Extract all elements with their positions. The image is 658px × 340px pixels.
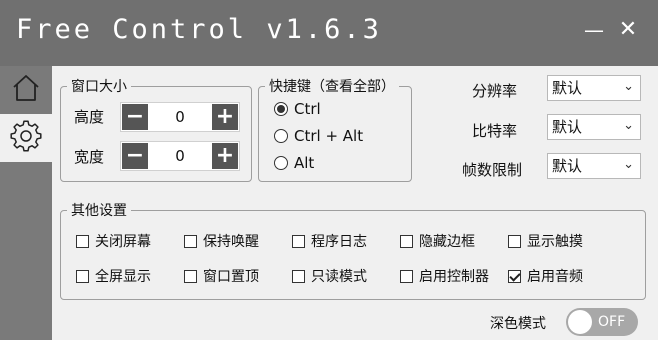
checkbox-label: 全屏显示 [95, 269, 151, 285]
checkbox[interactable] [292, 269, 305, 283]
checkbox-label: 隐藏边框 [419, 234, 475, 250]
resolution-select[interactable]: 默认 ⌄ [547, 75, 641, 101]
checkbox[interactable] [184, 269, 197, 283]
checkbox[interactable] [76, 234, 89, 248]
radio-button[interactable] [274, 129, 288, 143]
shortcut-option-ctrl-alt[interactable]: Ctrl + Alt [274, 125, 363, 147]
checkbox[interactable] [184, 234, 197, 248]
shortcut-option-label: Ctrl + Alt [294, 127, 364, 145]
checkbox-label: 只读模式 [311, 269, 367, 285]
sidebar [0, 66, 52, 340]
bitrate-value: 默认 [552, 118, 583, 136]
checkbox-label: 关闭屏幕 [95, 234, 151, 250]
checkbox-always-on-top[interactable]: 窗口置顶 [184, 266, 259, 286]
checkbox-read-only[interactable]: 只读模式 [292, 266, 367, 286]
close-button[interactable]: ✕ [614, 18, 642, 42]
dark-mode-toggle[interactable]: OFF [566, 308, 638, 336]
checkbox[interactable] [400, 234, 413, 248]
bitrate-label: 比特率 [472, 122, 518, 140]
checkbox-label: 程序日志 [311, 234, 367, 250]
bitrate-select[interactable]: 默认 ⌄ [547, 114, 641, 140]
chevron-down-icon: ⌄ [623, 118, 634, 133]
checkbox[interactable] [508, 234, 521, 248]
fps-limit-label: 帧数限制 [462, 161, 523, 179]
gear-icon [10, 120, 42, 156]
width-stepper[interactable]: − 0 + [120, 141, 240, 171]
dark-mode-label: 深色模式 [490, 316, 546, 332]
checkbox-hide-border[interactable]: 隐藏边框 [400, 231, 475, 251]
checkbox[interactable] [76, 269, 89, 283]
height-label: 高度 [74, 108, 105, 126]
width-decrement-button[interactable]: − [122, 143, 148, 169]
shortcut-option-alt[interactable]: Alt [274, 152, 314, 174]
checkbox-program-log[interactable]: 程序日志 [292, 231, 367, 251]
checkbox[interactable] [292, 234, 305, 248]
toggle-knob [568, 310, 592, 334]
chevron-down-icon: ⌄ [623, 157, 634, 172]
shortcut-option-label: Alt [294, 154, 315, 172]
checkbox-fullscreen[interactable]: 全屏显示 [76, 266, 151, 286]
radio-selected-dot [277, 105, 285, 113]
resolution-value: 默认 [552, 79, 583, 97]
minimize-button[interactable]: — [580, 18, 608, 42]
radio-button[interactable] [274, 156, 288, 170]
checkbox-keep-awake[interactable]: 保持唤醒 [184, 231, 259, 251]
radio-button[interactable] [274, 102, 288, 116]
home-icon [11, 73, 41, 107]
checkbox-show-touch[interactable]: 显示触摸 [508, 231, 583, 251]
width-increment-button[interactable]: + [212, 143, 238, 169]
shortcut-legend[interactable]: 快捷键（查看全部） [265, 76, 399, 96]
checkbox-enable-controller[interactable]: 启用控制器 [400, 266, 489, 286]
checkbox-label: 启用控制器 [419, 269, 489, 285]
toggle-state-text: OFF [598, 314, 626, 330]
height-value[interactable]: 0 [149, 103, 211, 131]
shortcut-option-ctrl[interactable]: Ctrl [274, 98, 321, 120]
sidebar-item-settings[interactable] [0, 114, 52, 162]
chevron-down-icon: ⌄ [623, 79, 634, 94]
fps-limit-value: 默认 [552, 157, 583, 175]
checkbox-close-screen[interactable]: 关闭屏幕 [76, 231, 151, 251]
checkbox[interactable] [400, 269, 413, 283]
checkbox-enable-audio[interactable]: 启用音频 [508, 266, 583, 286]
checkbox-label: 显示触摸 [527, 234, 583, 250]
checkbox-label: 启用音频 [527, 269, 583, 285]
width-value[interactable]: 0 [149, 142, 211, 170]
other-settings-legend: 其他设置 [71, 203, 127, 219]
height-decrement-button[interactable]: − [122, 104, 148, 130]
checkbox-label: 窗口置顶 [203, 269, 259, 285]
height-increment-button[interactable]: + [212, 104, 238, 130]
shortcut-option-label: Ctrl [294, 100, 321, 118]
window-size-legend: 窗口大小 [71, 79, 127, 95]
height-stepper[interactable]: − 0 + [120, 102, 240, 132]
fps-limit-select[interactable]: 默认 ⌄ [547, 153, 641, 179]
sidebar-item-home[interactable] [0, 66, 52, 114]
checkbox[interactable] [508, 269, 521, 283]
resolution-label: 分辨率 [472, 82, 518, 100]
app-title: Free Control v1.6.3 [16, 14, 382, 45]
checkbox-label: 保持唤醒 [203, 234, 259, 250]
title-bar[interactable]: Free Control v1.6.3 — ✕ [0, 0, 658, 66]
width-label: 宽度 [74, 148, 105, 166]
